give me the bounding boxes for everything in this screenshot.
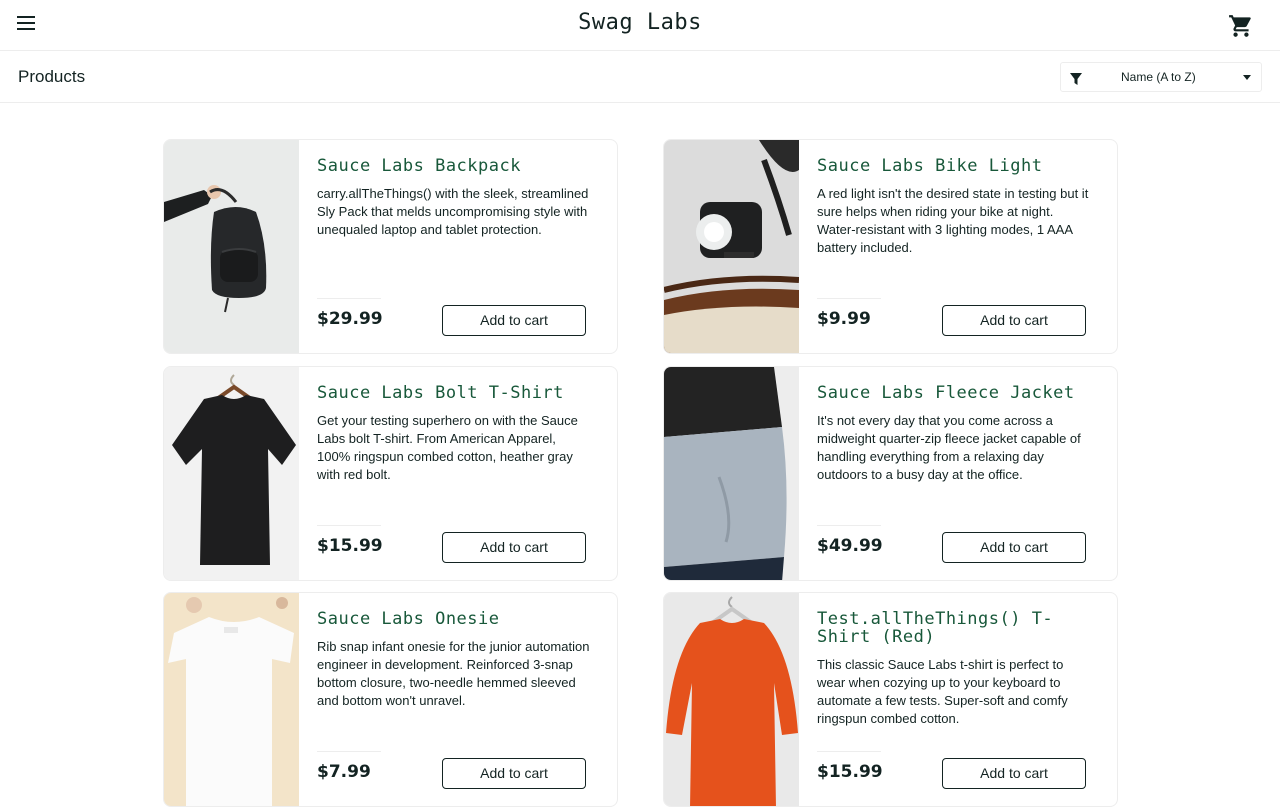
red-tshirt-image[interactable] [664, 593, 799, 806]
divider [317, 525, 381, 526]
add-to-cart-button[interactable]: Add to cart [942, 532, 1086, 563]
divider [817, 751, 881, 752]
page-title: Products [18, 67, 86, 86]
item-name[interactable]: Sauce Labs Bike Light [817, 157, 1097, 175]
item-description: A red light isn't the desired state in t… [817, 186, 1089, 255]
inventory-item: Sauce Labs Bike Light A red light isn't … [663, 139, 1118, 354]
primary-header: Swag Labs [0, 0, 1280, 51]
divider [817, 298, 881, 299]
item-price: $9.99 [817, 309, 871, 329]
fleece-jacket-image[interactable] [664, 367, 799, 580]
add-to-cart-button[interactable]: Add to cart [442, 305, 586, 336]
add-to-cart-button[interactable]: Add to cart [442, 532, 586, 563]
item-name[interactable]: Sauce Labs Fleece Jacket [817, 384, 1097, 402]
chevron-down-icon [1243, 75, 1251, 80]
sort-selected-value: Name (A to Z) [1121, 70, 1196, 84]
item-name[interactable]: Sauce Labs Onesie [317, 610, 597, 628]
item-description: Get your testing superhero on with the S… [317, 413, 578, 482]
item-name[interactable]: Test.allTheThings() T-Shirt (Red) [817, 610, 1097, 646]
item-price: $49.99 [817, 536, 883, 556]
item-description: Rib snap infant onesie for the junior au… [317, 639, 590, 708]
app-logo: Swag Labs [578, 10, 702, 35]
add-to-cart-button[interactable]: Add to cart [942, 758, 1086, 789]
shopping-cart-icon[interactable] [1228, 13, 1254, 39]
item-price: $15.99 [317, 536, 383, 556]
item-description: carry.allTheThings() with the sleek, str… [317, 186, 589, 237]
item-price: $7.99 [317, 762, 371, 782]
inventory-item: Test.allTheThings() T-Shirt (Red) This c… [663, 592, 1118, 807]
item-description: It's not every day that you come across … [817, 413, 1081, 482]
inventory-item: Sauce Labs Fleece Jacket It's not every … [663, 366, 1118, 581]
inventory-item: Sauce Labs Backpack carry.allTheThings()… [163, 139, 618, 354]
item-name[interactable]: Sauce Labs Backpack [317, 157, 597, 175]
item-price: $29.99 [317, 309, 383, 329]
inventory-item: Sauce Labs Bolt T-Shirt Get your testing… [163, 366, 618, 581]
item-price: $15.99 [817, 762, 883, 782]
sort-dropdown[interactable]: Name (A to Z) [1060, 62, 1262, 92]
secondary-header: Products Name (A to Z) [0, 51, 1280, 103]
add-to-cart-button[interactable]: Add to cart [442, 758, 586, 789]
item-name[interactable]: Sauce Labs Bolt T-Shirt [317, 384, 597, 402]
item-description: This classic Sauce Labs t-shirt is perfe… [817, 657, 1068, 726]
inventory-item: Sauce Labs Onesie Rib snap infant onesie… [163, 592, 618, 807]
divider [317, 298, 381, 299]
bolt-tshirt-image[interactable] [164, 367, 299, 580]
divider [317, 751, 381, 752]
bike-light-image[interactable] [664, 140, 799, 353]
filter-icon [1069, 71, 1083, 90]
divider [817, 525, 881, 526]
onesie-image[interactable] [164, 593, 299, 806]
backpack-image[interactable] [164, 140, 299, 353]
add-to-cart-button[interactable]: Add to cart [942, 305, 1086, 336]
